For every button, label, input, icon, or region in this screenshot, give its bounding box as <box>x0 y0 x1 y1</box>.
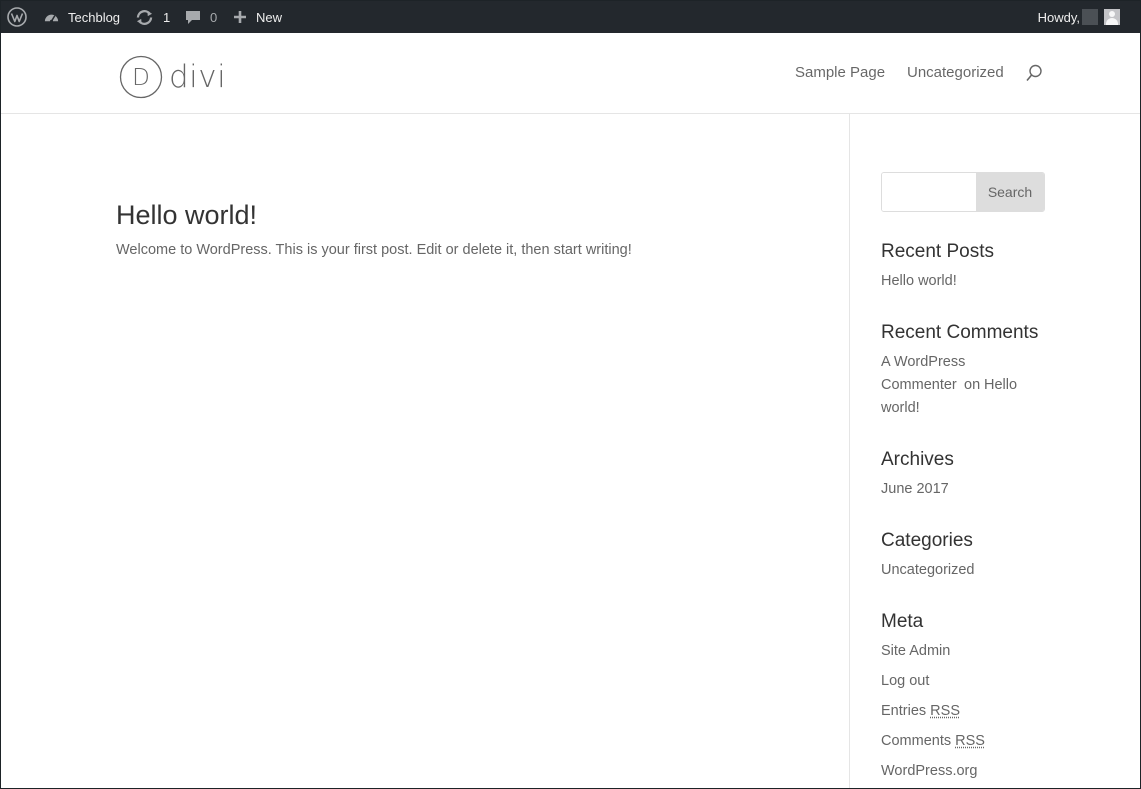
sidebar-search-form: Search <box>881 172 1045 212</box>
search-button[interactable]: Search <box>976 173 1044 211</box>
entries-label: Entries <box>881 703 927 719</box>
meta-site-admin-link[interactable]: Site Admin <box>881 640 950 663</box>
admin-bar: Techblog 1 0 New Howdy, <box>1 1 1140 33</box>
category-link-uncategorized[interactable]: Uncategorized <box>881 559 975 582</box>
comment-author-link-line2[interactable]: Commenter <box>881 374 957 397</box>
comments-count: 0 <box>210 9 218 25</box>
comment-on-text: on <box>964 377 981 393</box>
meta-heading: Meta <box>881 611 924 632</box>
wordpress-logo-icon[interactable] <box>7 1 27 33</box>
howdy-label: Howdy, <box>1037 9 1080 25</box>
archive-link-june-2017[interactable]: June 2017 <box>881 478 949 501</box>
comments-menu[interactable]: 0 <box>185 1 217 33</box>
new-content-menu[interactable]: New <box>233 1 282 33</box>
browser-viewport: Techblog 1 0 New Howdy, D divi Sample Pa… <box>0 0 1141 789</box>
comment-bubble-icon <box>185 9 201 25</box>
comment-post-link[interactable]: Hello <box>984 374 1017 397</box>
site-header: D divi Sample Page Uncategorized <box>1 33 1140 114</box>
divi-logo-icon: D <box>119 55 163 99</box>
post-title[interactable]: Hello world! <box>116 198 257 232</box>
plus-icon <box>233 10 247 24</box>
recent-comments-heading: Recent Comments <box>881 322 1039 343</box>
rss-abbr: RSS <box>955 733 985 749</box>
redacted-username <box>1082 9 1098 25</box>
nav-uncategorized[interactable]: Uncategorized <box>907 64 1004 81</box>
nav-sample-page[interactable]: Sample Page <box>795 64 885 81</box>
meta-log-out-link[interactable]: Log out <box>881 670 929 693</box>
recent-posts-heading: Recent Posts <box>881 241 994 262</box>
sidebar-search-input[interactable] <box>882 173 976 211</box>
comment-author-link[interactable]: A WordPress <box>881 351 965 374</box>
site-name-label: Techblog <box>68 9 121 25</box>
svg-text:D: D <box>132 65 150 91</box>
meta-comments-rss-link[interactable]: Comments RSS <box>881 730 985 753</box>
comment-post-link-line2[interactable]: world! <box>881 397 920 420</box>
header-search-icon[interactable] <box>1025 64 1043 89</box>
updates-menu[interactable]: 1 <box>135 1 170 33</box>
avatar-icon <box>1104 9 1120 25</box>
my-account-menu[interactable]: Howdy, <box>1038 1 1120 33</box>
sidebar-divider <box>849 114 850 788</box>
post-excerpt: Welcome to WordPress. This is your first… <box>116 242 632 258</box>
meta-wordpress-org-link[interactable]: WordPress.org <box>881 760 977 783</box>
meta-entries-rss-link[interactable]: Entries RSS <box>881 700 960 723</box>
comments-label: Comments <box>881 733 952 749</box>
logo-text: divi <box>169 58 227 95</box>
dashboard-icon <box>43 9 60 26</box>
archives-heading: Archives <box>881 449 954 470</box>
site-name-menu[interactable]: Techblog <box>43 1 120 33</box>
recent-post-link[interactable]: Hello world! <box>881 270 957 293</box>
updates-count: 1 <box>163 9 171 25</box>
site-logo[interactable]: D divi <box>119 55 226 99</box>
rss-abbr: RSS <box>930 703 960 719</box>
categories-heading: Categories <box>881 530 973 551</box>
updates-icon <box>135 9 154 26</box>
new-label: New <box>256 9 283 25</box>
